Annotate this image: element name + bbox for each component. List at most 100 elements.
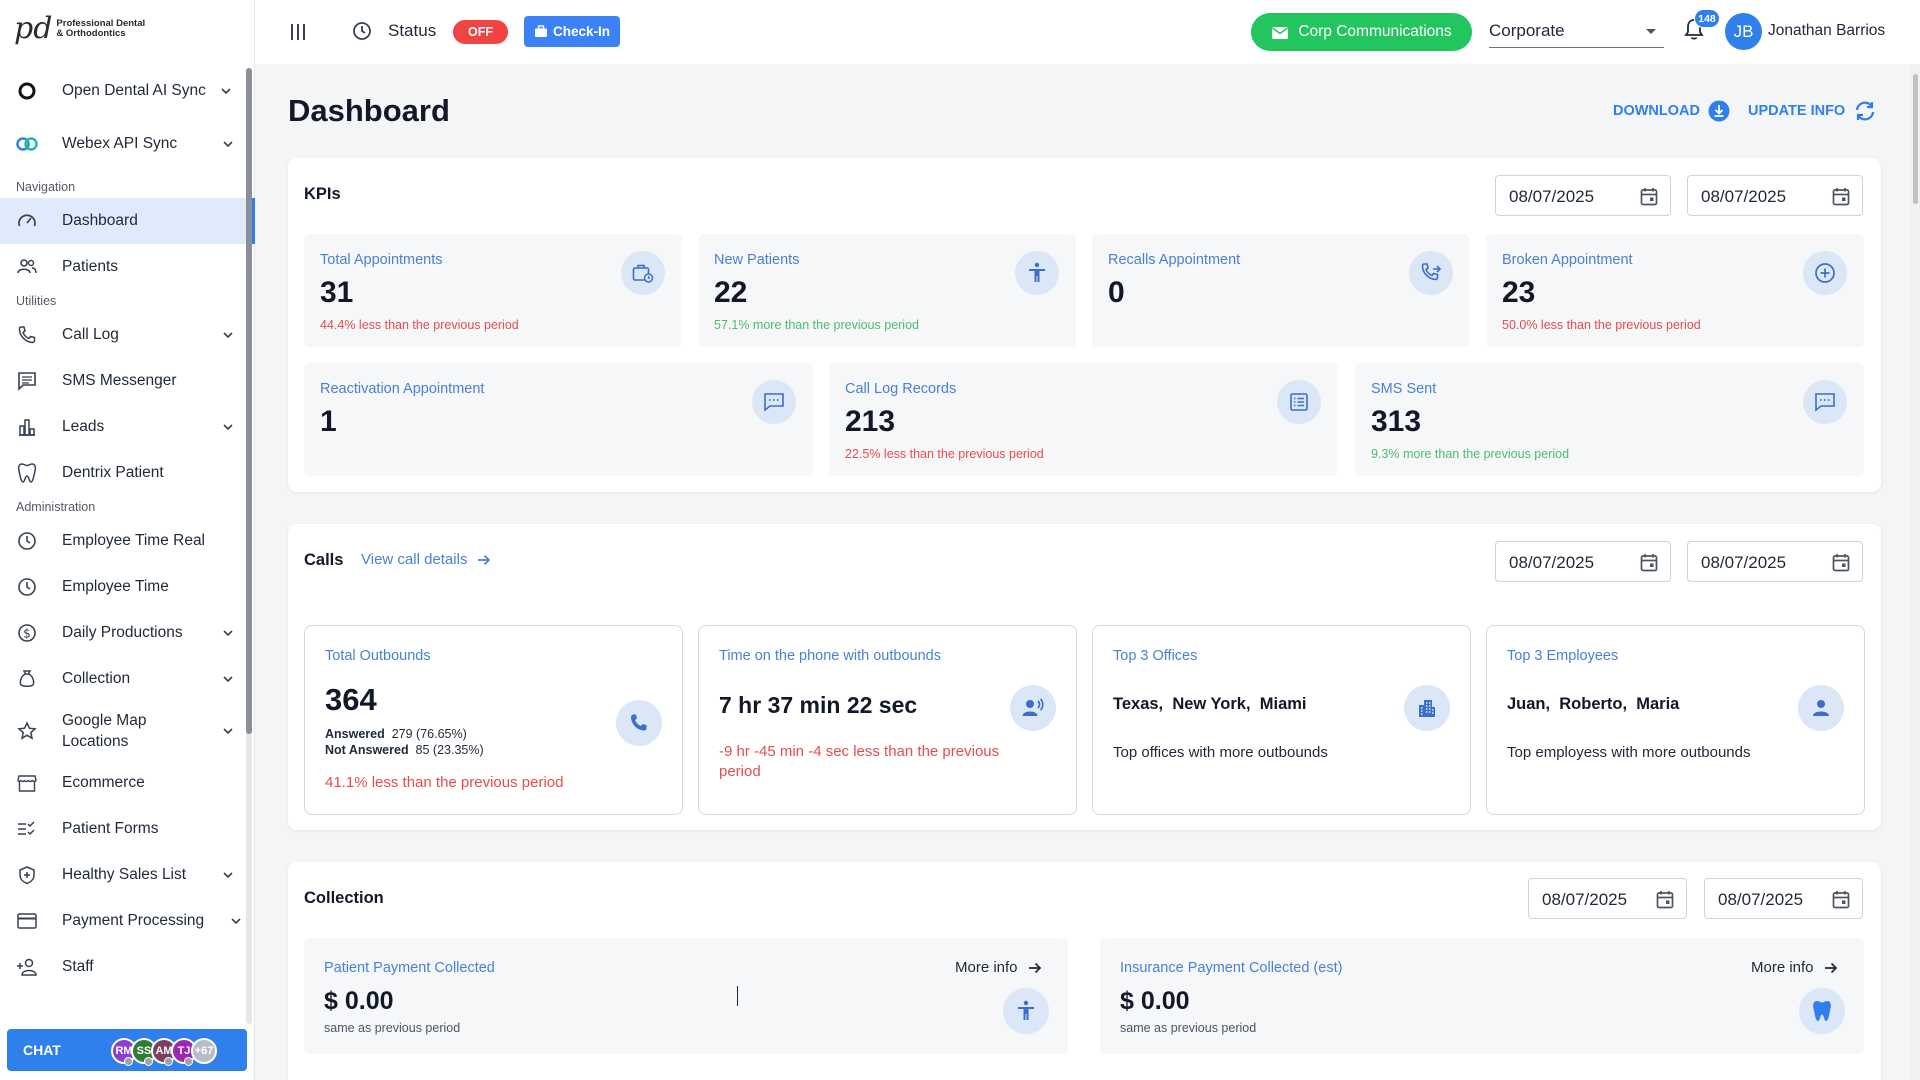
collection-date-to[interactable]: 08/07/2025 — [1704, 878, 1863, 919]
update-info-button[interactable]: UPDATE INFO — [1748, 100, 1877, 122]
sidebar-item-employee-time-real[interactable]: Employee Time Real — [0, 518, 255, 564]
insurance-payment-value: $ 0.00 — [1120, 987, 1190, 1015]
card-subtext: same as previous period — [324, 1021, 461, 1035]
answered-label: Answered — [325, 727, 385, 741]
calendar-icon[interactable] — [1832, 187, 1850, 206]
presence-dot — [144, 1057, 153, 1066]
kpis-date-to[interactable]: 08/07/2025 — [1687, 175, 1863, 216]
sidebar: pd Professional Dental & Orthodontics Op… — [0, 0, 255, 1080]
sidebar-item-collection[interactable]: Collection — [0, 656, 255, 702]
shield-icon — [16, 864, 38, 886]
card-label: Time on the phone with outbounds — [719, 648, 941, 664]
not-answered-label: Not Answered — [325, 743, 409, 757]
calls-date-to[interactable]: 08/07/2025 — [1687, 541, 1863, 582]
star-icon — [16, 720, 38, 742]
main-scrollbar-thumb[interactable] — [1913, 74, 1918, 204]
sidebar-item-employee-time[interactable]: Employee Time — [0, 564, 255, 610]
notification-count-badge: 148 — [1694, 9, 1720, 28]
chevron-down-icon — [223, 726, 233, 736]
brand-logo[interactable]: pd Professional Dental & Orthodontics — [14, 14, 145, 44]
corp-communications-button[interactable]: Corp Communications — [1251, 13, 1472, 51]
top-offices-card[interactable]: Top 3 Offices Texas, New York, Miami Top… — [1092, 625, 1471, 815]
calls-date-from[interactable]: 08/07/2025 — [1495, 541, 1671, 582]
collection-date-from[interactable]: 08/07/2025 — [1528, 878, 1687, 919]
calendar-icon[interactable] — [1640, 187, 1658, 206]
chevron-down-icon — [223, 628, 233, 638]
view-call-details-link[interactable]: View call details — [361, 551, 491, 568]
sidebar-item-sms-messenger[interactable]: SMS Messenger — [0, 358, 255, 404]
clock-icon — [352, 21, 372, 41]
clock-icon — [16, 530, 38, 552]
kpi-label: Reactivation Appointment — [320, 381, 485, 397]
insurance-payment-card[interactable]: Insurance Payment Collected (est) $ 0.00… — [1100, 938, 1864, 1054]
sidebar-item-staff[interactable]: Staff — [0, 944, 255, 990]
add-person-icon — [16, 956, 38, 978]
kpi-new-patients[interactable]: New Patients 22 57.1% more than the prev… — [698, 234, 1076, 347]
kpi-sms-sent[interactable]: SMS Sent 313 9.3% more than the previous… — [1355, 363, 1864, 476]
kpi-recalls-appointment[interactable]: Recalls Appointment 0 — [1092, 234, 1470, 347]
more-info-link[interactable]: More info — [955, 959, 1042, 976]
patient-payment-card[interactable]: Patient Payment Collected $ 0.00 same as… — [304, 938, 1068, 1054]
kpis-date-from[interactable]: 08/07/2025 — [1495, 175, 1671, 216]
sidebar-item-webex-sync[interactable]: Webex API Sync — [0, 116, 255, 172]
menu-toggle-icon[interactable] — [290, 22, 306, 42]
label-line-2: Locations — [62, 733, 129, 750]
caret-down-icon — [1646, 29, 1656, 34]
calendar-icon[interactable] — [1832, 890, 1850, 909]
sidebar-item-google-map-locations[interactable]: Google Map Locations — [0, 702, 255, 760]
person-icon — [1798, 685, 1844, 731]
phone-log-icon — [16, 324, 38, 346]
open-dental-icon — [16, 80, 38, 102]
bar-chart-icon — [16, 416, 38, 438]
status-toggle[interactable]: OFF — [453, 20, 508, 44]
user-avatar[interactable]: JB — [1725, 13, 1762, 50]
money-bag-icon — [16, 668, 38, 690]
date-value: 08/07/2025 — [1701, 553, 1787, 572]
download-button[interactable]: DOWNLOAD — [1613, 100, 1730, 122]
phone-time-card[interactable]: Time on the phone with outbounds 7 hr 37… — [698, 625, 1077, 815]
sidebar-item-leads[interactable]: Leads — [0, 404, 255, 450]
date-value: 08/07/2025 — [1509, 553, 1595, 572]
total-outbounds-card[interactable]: Total Outbounds 364 Answered 279 (76.65%… — [304, 625, 683, 815]
presence-dot — [184, 1057, 193, 1066]
sidebar-item-dentrix-patient[interactable]: Dentrix Patient — [0, 450, 255, 496]
calendar-icon[interactable] — [1656, 890, 1674, 909]
building-icon — [1404, 685, 1450, 731]
kpi-call-log-records[interactable]: Call Log Records 213 22.5% less than the… — [829, 363, 1338, 476]
kpi-broken-appointment[interactable]: Broken Appointment 23 50.0% less than th… — [1486, 234, 1864, 347]
sidebar-scrollbar-thumb[interactable] — [246, 68, 252, 734]
sidebar-item-daily-productions[interactable]: $ Daily Productions — [0, 610, 255, 656]
calendar-icon[interactable] — [1640, 553, 1658, 572]
sidebar-scrollbar[interactable] — [246, 68, 252, 1024]
sidebar-item-dashboard[interactable]: Dashboard — [0, 198, 255, 244]
arrow-right-icon — [477, 553, 491, 567]
sidebar-item-patients[interactable]: Patients — [0, 244, 255, 290]
sidebar-item-open-dental-sync[interactable]: Open Dental AI Sync — [0, 66, 255, 116]
sidebar-item-ecommerce[interactable]: Ecommerce — [0, 760, 255, 806]
card-label: Patient Payment Collected — [324, 960, 495, 976]
more-info-link[interactable]: More info — [1751, 959, 1838, 976]
kpi-total-appointments[interactable]: Total Appointments 31 44.4% less than th… — [304, 234, 682, 347]
sidebar-item-patient-forms[interactable]: Patient Forms — [0, 806, 255, 852]
sidebar-item-call-log[interactable]: Call Log — [0, 312, 255, 358]
download-icon — [1708, 100, 1730, 122]
organization-select[interactable]: Corporate — [1489, 16, 1664, 48]
top-employees-desc: Top employess with more outbounds — [1507, 744, 1751, 761]
calendar-icon[interactable] — [1832, 553, 1850, 572]
sidebar-item-healthy-sales-list[interactable]: Healthy Sales List — [0, 852, 255, 898]
view-call-details-label: View call details — [361, 551, 468, 568]
not-answered-value: 85 (23.35%) — [415, 743, 484, 757]
sidebar-item-label: Call Log — [62, 326, 119, 343]
main-scrollbar[interactable] — [1911, 64, 1920, 1080]
check-in-button[interactable]: Check-In — [524, 16, 620, 47]
chat-more-count[interactable]: +67 — [191, 1038, 217, 1064]
kpi-reactivation-appointment[interactable]: Reactivation Appointment 1 — [304, 363, 813, 476]
user-name[interactable]: Jonathan Barrios — [1768, 22, 1885, 40]
presence-dot — [164, 1057, 173, 1066]
tooth-icon — [1799, 988, 1845, 1034]
store-icon — [16, 772, 38, 794]
top-employees-card[interactable]: Top 3 Employees Juan, Roberto, Maria Top… — [1486, 625, 1865, 815]
chat-bar[interactable]: CHAT RM SS AM TJ +67 — [7, 1029, 247, 1071]
sidebar-item-payment-processing[interactable]: Payment Processing — [0, 898, 255, 944]
chat-avatar-initials: AM — [155, 1045, 173, 1057]
